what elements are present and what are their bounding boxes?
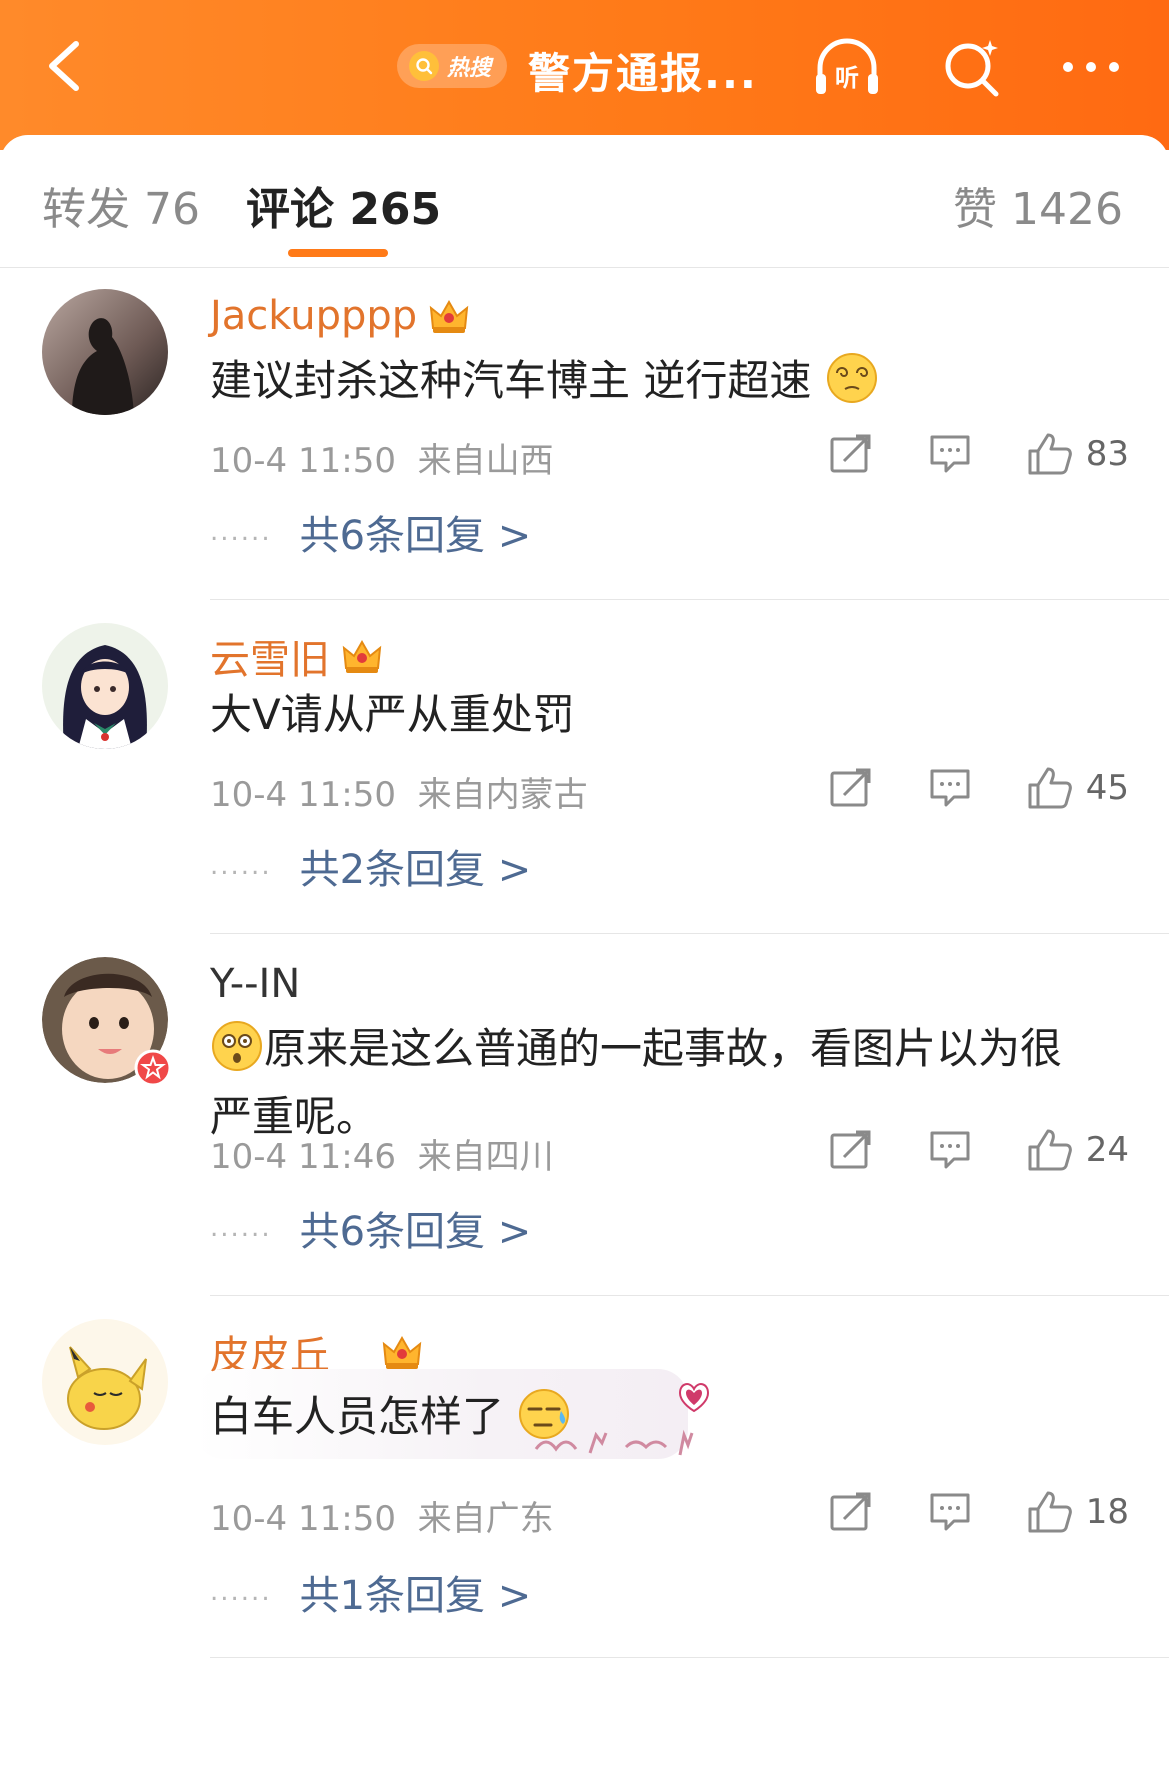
- crown-badge-icon: [429, 299, 469, 333]
- thumbs-up-icon[interactable]: [1026, 1127, 1074, 1173]
- dotted-indicator: ......: [210, 1577, 272, 1607]
- tab-comment[interactable]: 评论 265: [246, 173, 441, 237]
- comment-text: 建议封杀这种汽车博主 逆行超速: [210, 347, 1129, 415]
- reply-icon[interactable]: [926, 1489, 974, 1535]
- astonished-face-emoji-icon: [212, 1021, 262, 1071]
- comment-location: 来自山西: [417, 441, 554, 481]
- comment-meta: 10-4 11:50 来自广东: [210, 1491, 554, 1540]
- view-replies-link[interactable]: 共2条回复 >: [300, 837, 532, 895]
- avatar[interactable]: [42, 1319, 168, 1445]
- listen-label: 听: [835, 64, 859, 92]
- divider: [210, 1295, 1169, 1296]
- back-arrow-icon[interactable]: [38, 36, 98, 96]
- username[interactable]: Jackupppp: [210, 293, 417, 339]
- view-replies-link[interactable]: 共6条回复 >: [300, 503, 532, 561]
- dotted-indicator: ......: [210, 517, 272, 547]
- comment-meta: 10-4 11:50 来自内蒙古: [210, 767, 588, 816]
- share-icon[interactable]: [826, 431, 874, 477]
- crown-badge-icon: [382, 1335, 422, 1369]
- comment-location: 来自广东: [417, 1499, 554, 1539]
- comment-text: 白车人员怎样了: [210, 1383, 1129, 1451]
- username[interactable]: Y--IN: [210, 961, 300, 1007]
- comment-location: 来自四川: [417, 1137, 554, 1177]
- reply-icon[interactable]: [926, 431, 974, 477]
- comment-meta: 10-4 11:50 来自山西: [210, 433, 554, 482]
- comment-time: 10-4 11:50: [210, 1499, 396, 1539]
- view-replies-link[interactable]: 共1条回复 >: [300, 1563, 532, 1621]
- tab-repost[interactable]: 转发 76: [42, 173, 200, 237]
- comment-time: 10-4 11:50: [210, 775, 396, 815]
- like-count: 45: [1085, 768, 1129, 808]
- crown-badge-icon: [342, 639, 382, 673]
- comment-actions: 18: [826, 1489, 1129, 1535]
- divider: [210, 1657, 1169, 1658]
- comment-location: 来自内蒙古: [417, 775, 588, 815]
- username[interactable]: 云雪旧: [210, 627, 330, 685]
- comment-time: 10-4 11:46: [210, 1137, 396, 1177]
- avatar[interactable]: [42, 623, 168, 749]
- share-icon[interactable]: [826, 1127, 874, 1173]
- view-replies-link[interactable]: 共6条回复 >: [300, 1199, 532, 1257]
- reply-summary: ...... 共2条回复 >: [210, 837, 531, 895]
- comment-actions: 24: [826, 1127, 1129, 1173]
- avatar[interactable]: [42, 957, 172, 1087]
- tab-like[interactable]: 赞 1426: [953, 173, 1123, 237]
- top-bar: 热搜 警方通报... 听: [0, 0, 1169, 150]
- active-tab-indicator: [288, 249, 388, 257]
- dotted-indicator: ......: [210, 851, 272, 881]
- comment-meta: 10-4 11:46 来自四川: [210, 1129, 554, 1178]
- avatar[interactable]: [42, 289, 168, 415]
- reply-icon[interactable]: [926, 765, 974, 811]
- thumbs-up-icon[interactable]: [1026, 1489, 1074, 1535]
- comment-time: 10-4 11:50: [210, 441, 396, 481]
- dotted-indicator: ......: [210, 1213, 272, 1243]
- reply-summary: ...... 共1条回复 >: [210, 1563, 531, 1621]
- sweat-face-emoji-icon: [519, 1389, 570, 1439]
- like-count: 18: [1085, 1492, 1129, 1532]
- topic-title: 警方通报...: [528, 49, 758, 98]
- divider: [210, 933, 1169, 934]
- comment-actions: 83: [826, 431, 1129, 477]
- verified-badge-icon: [134, 1049, 172, 1087]
- share-icon[interactable]: [826, 765, 874, 811]
- hot-search-icon: [409, 51, 439, 81]
- search-icon[interactable]: [938, 34, 1008, 100]
- dizzy-face-emoji-icon: [826, 353, 877, 403]
- like-count: 83: [1085, 434, 1129, 474]
- reply-icon[interactable]: [926, 1127, 974, 1173]
- reply-summary: ...... 共6条回复 >: [210, 1199, 531, 1257]
- hot-search-badge[interactable]: 热搜: [397, 44, 507, 88]
- listen-headphones-icon[interactable]: 听: [812, 34, 882, 100]
- like-count: 24: [1085, 1130, 1129, 1170]
- comment-panel: 转发 76 评论 265 赞 1426 Jackupppp 建议封杀这种汽车博主…: [0, 135, 1169, 1781]
- reply-summary: ...... 共6条回复 >: [210, 503, 531, 561]
- comment-actions: 45: [826, 765, 1129, 811]
- share-icon[interactable]: [826, 1489, 874, 1535]
- hot-search-label: 热搜: [447, 56, 492, 81]
- tab-bar: 转发 76 评论 265 赞 1426: [0, 135, 1169, 268]
- divider: [210, 599, 1169, 600]
- comment-text: 大V请从严从重处罚: [210, 690, 575, 739]
- more-icon[interactable]: [1056, 34, 1126, 100]
- thumbs-up-icon[interactable]: [1026, 765, 1074, 811]
- thumbs-up-icon[interactable]: [1026, 431, 1074, 477]
